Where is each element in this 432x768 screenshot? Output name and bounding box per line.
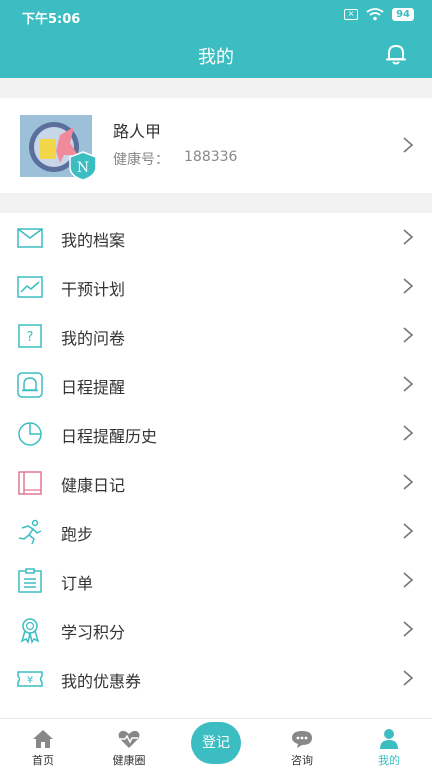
chevron-right-icon [403,425,414,441]
menu-item-running[interactable]: 跑步 [0,507,432,556]
status-bar: 下午5:06 × 94 [0,0,432,30]
menu-item-label: 学习积分 [61,623,126,642]
menu-item-label: 日程提醒历史 [61,427,158,446]
menu-item-orders[interactable]: 订单 [0,556,432,605]
menu-item-label: 订单 [61,574,94,593]
tab-home[interactable]: 首页 [0,719,86,768]
menu-item-label: 我的优惠券 [61,672,142,691]
checkin-button[interactable]: 登记 [191,722,241,764]
tab-consult[interactable]: 咨询 [259,719,345,768]
menu-item-study-points[interactable]: 学习积分 [0,605,432,654]
bottom-tab-bar: 首页 健康圈 登记 咨询 我的 [0,718,432,768]
profile-card[interactable]: N 路人甲 健康号： 188336 [0,98,432,193]
menu-item-label: 我的问卷 [61,329,126,348]
award-ribbon-icon [20,618,40,644]
envelope-icon [17,228,43,248]
chevron-right-icon [403,278,414,294]
menu-item-label: 健康日记 [61,476,126,495]
diary-book-icon [18,471,42,495]
tab-health-circle[interactable]: 健康圈 [86,719,172,768]
tab-label: 首页 [32,754,54,767]
menu-item-label: 日程提醒 [61,378,126,397]
coupon-icon: ¥ [17,671,43,687]
tab-label: 咨询 [291,754,313,767]
chevron-right-icon [403,523,414,539]
tab-label: 我的 [378,754,400,767]
chevron-right-icon [403,229,414,245]
status-icons: × 94 [344,8,414,21]
top-header: 下午5:06 × 94 我的 [0,0,432,78]
chevron-right-icon [403,670,414,686]
avatar[interactable]: N [20,115,97,181]
menu-item-label: 我的档案 [61,231,126,250]
menu-item-reminder-history[interactable]: 日程提醒历史 [0,409,432,458]
runner-icon [18,519,42,545]
chevron-right-icon [403,327,414,343]
svg-text:¥: ¥ [27,675,33,686]
order-list-icon [18,568,42,593]
profile-name: 路人甲 [113,122,162,141]
menu-item-intervention-plan[interactable]: 干预计划 [0,262,432,311]
n-badge-icon: N [69,151,97,181]
tab-label: 健康圈 [112,754,146,767]
svg-text:N: N [77,160,89,176]
pie-clock-icon [18,422,42,446]
chevron-right-icon [403,137,414,153]
sim-icon: × [344,9,359,20]
menu-item-questionnaire[interactable]: ? 我的问卷 [0,311,432,360]
menu-item-schedule-reminder[interactable]: 日程提醒 [0,360,432,409]
menu-item-coupons[interactable]: ¥ 我的优惠券 [0,654,432,703]
health-id-value: 188336 [184,149,238,165]
page-title: 我的 [198,47,234,68]
home-icon [33,730,53,748]
question-doc-icon: ? [18,324,42,348]
chevron-right-icon [403,572,414,588]
menu-item-label: 干预计划 [61,280,126,299]
tab-mine[interactable]: 我的 [346,719,432,768]
notification-bell-icon[interactable] [384,42,408,66]
menu-list: 我的档案 干预计划 ? 我的问卷 日程提醒 日程提醒历史 健康日记 跑步 订单 … [0,213,432,718]
bell-icon [17,372,43,398]
user-icon [380,729,398,749]
wifi-icon [366,8,384,21]
chevron-right-icon [403,474,414,490]
status-time: 下午5:06 [22,12,81,27]
chevron-right-icon [403,376,414,392]
battery-icon: 94 [392,8,414,21]
health-id-label: 健康号： [113,152,169,168]
chevron-right-icon [403,621,414,637]
menu-item-archive[interactable]: 我的档案 [0,213,432,262]
menu-item-label: 跑步 [61,525,94,544]
heart-pulse-icon [118,730,140,748]
svg-text:?: ? [27,330,34,345]
trend-chart-icon [17,276,43,298]
chat-icon [292,731,312,748]
menu-item-health-diary[interactable]: 健康日记 [0,458,432,507]
